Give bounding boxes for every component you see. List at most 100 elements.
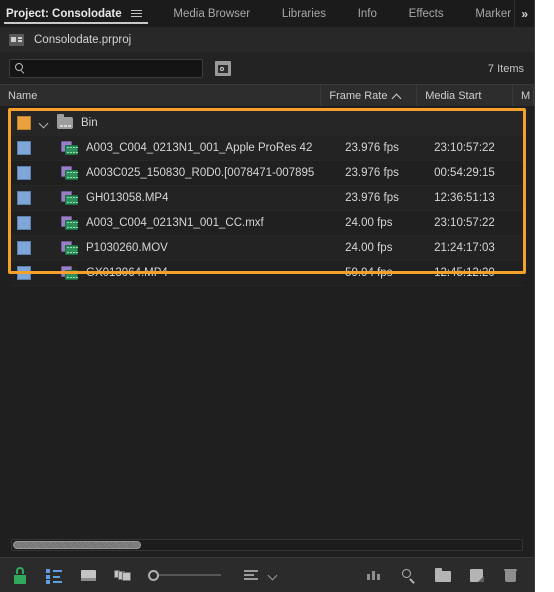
item-name: GX013064.MP4: [86, 267, 168, 279]
column-header-row: Name Frame Rate Media Start M: [0, 84, 534, 107]
automate-to-sequence-icon[interactable]: [366, 567, 384, 584]
label-color-swatch[interactable]: [17, 191, 31, 205]
label-color-swatch[interactable]: [17, 266, 31, 280]
column-header-truncated[interactable]: M: [513, 85, 534, 106]
project-item-list[interactable]: Bin A003_C004_0213N1_001_Apple ProRes 42…: [0, 107, 534, 557]
item-frame-rate: 59.94 fps: [345, 267, 434, 279]
item-frame-rate: 23.976 fps: [345, 142, 434, 154]
tab-info[interactable]: Info: [350, 0, 391, 27]
project-file-icon: [9, 34, 24, 46]
tab-gap: [391, 0, 401, 27]
item-media-start: 23:10:57:22: [434, 142, 523, 154]
video-clip-icon: [61, 191, 79, 206]
find-icon[interactable]: [400, 567, 418, 584]
new-item-icon[interactable]: [468, 567, 486, 584]
chevron-down-icon[interactable]: [269, 571, 278, 580]
panel-menu-icon[interactable]: [131, 8, 142, 19]
active-tab-underline: [4, 22, 148, 24]
tab-project-consolodate[interactable]: Project: Consolodate: [0, 0, 156, 27]
freeform-view-icon[interactable]: [114, 567, 132, 584]
item-frame-rate: 24.00 fps: [345, 242, 434, 254]
column-header-media-start[interactable]: Media Start: [417, 85, 513, 106]
label-color-swatch[interactable]: [17, 116, 31, 130]
filter-bin-content-icon[interactable]: [215, 61, 231, 76]
icon-view-icon[interactable]: [80, 567, 98, 584]
item-name: A003_C004_0213N1_001_Apple ProRes 42: [86, 142, 312, 154]
new-bin-icon[interactable]: [434, 567, 452, 584]
table-row[interactable]: A003C025_150830_R0D0.[0078471-007895 23.…: [11, 161, 523, 186]
search-input[interactable]: [26, 63, 202, 75]
sort-ascending-icon: [393, 92, 401, 100]
tab-media-browser[interactable]: Media Browser: [165, 0, 264, 27]
zoom-slider-handle[interactable]: [148, 570, 159, 581]
item-frame-rate: 23.976 fps: [345, 167, 434, 179]
tab-effects[interactable]: Effects: [401, 0, 458, 27]
item-name: Bin: [81, 117, 98, 129]
item-media-start: 23:10:57:22: [434, 217, 523, 229]
search-icon: [15, 63, 26, 74]
chevron-down-icon[interactable]: [40, 119, 49, 128]
column-label: Frame Rate: [329, 90, 387, 102]
label-color-swatch[interactable]: [17, 216, 31, 230]
delete-icon[interactable]: [502, 567, 520, 584]
double-chevron-right-icon: »: [521, 7, 528, 21]
horizontal-scrollbar-thumb[interactable]: [13, 541, 141, 549]
column-label: Media Start: [425, 90, 481, 102]
tab-label: Info: [358, 8, 377, 20]
video-clip-icon: [61, 216, 79, 231]
table-row[interactable]: GX013064.MP4 59.94 fps 12:45:12:20: [11, 261, 523, 286]
item-count-label: 7 Items: [488, 63, 524, 75]
tab-markers[interactable]: Marker: [467, 0, 514, 27]
search-field[interactable]: [9, 59, 203, 78]
panel-tab-bar: Project: Consolodate Media Browser Libra…: [0, 0, 534, 27]
item-media-start: 12:45:12:20: [434, 267, 523, 279]
video-clip-icon: [61, 266, 79, 281]
sort-icon[interactable]: [243, 567, 261, 584]
thumbnail-zoom-slider[interactable]: [148, 570, 221, 581]
label-color-swatch[interactable]: [17, 241, 31, 255]
tab-overflow-button[interactable]: »: [514, 0, 534, 27]
item-frame-rate: 23.976 fps: [345, 192, 434, 204]
breadcrumb-project-name[interactable]: Consolodate.prproj: [34, 34, 131, 46]
column-label: M: [521, 90, 530, 102]
row-container: Bin A003_C004_0213N1_001_Apple ProRes 42…: [11, 111, 523, 286]
item-media-start: 00:54:29:15: [434, 167, 523, 179]
video-clip-icon: [61, 241, 79, 256]
table-row[interactable]: GH013058.MP4 23.976 fps 12:36:51:13: [11, 186, 523, 211]
zoom-slider-track[interactable]: [159, 574, 221, 576]
item-name: A003_C004_0213N1_001_CC.mxf: [86, 217, 264, 229]
table-row[interactable]: A003_C004_0213N1_001_Apple ProRes 42 23.…: [11, 136, 523, 161]
list-view-icon[interactable]: [46, 567, 64, 584]
tab-label: Project: Consolodate: [6, 8, 122, 20]
tab-label: Media Browser: [173, 8, 250, 20]
bin-folder-icon: [57, 117, 73, 129]
tab-label: Effects: [409, 8, 444, 20]
tab-gap: [458, 0, 468, 27]
column-header-name[interactable]: Name: [0, 85, 321, 106]
tab-libraries[interactable]: Libraries: [274, 0, 340, 27]
search-row: 7 Items: [0, 53, 534, 84]
video-clip-icon: [61, 166, 79, 181]
table-row[interactable]: Bin: [11, 111, 523, 136]
panel-bottom-toolbar: [0, 557, 534, 592]
tab-label: Libraries: [282, 8, 326, 20]
breadcrumb: Consolodate.prproj: [0, 27, 534, 53]
item-frame-rate: 24.00 fps: [345, 217, 434, 229]
tab-label: Marker: [475, 8, 511, 20]
video-clip-icon: [61, 141, 79, 156]
table-row[interactable]: P1030260.MOV 24.00 fps 21:24:17:03: [11, 236, 523, 261]
page-background-gutter: [536, 0, 554, 592]
table-row[interactable]: A003_C004_0213N1_001_CC.mxf 24.00 fps 23…: [11, 211, 523, 236]
tab-gap: [340, 0, 350, 27]
column-header-frame-rate[interactable]: Frame Rate: [321, 85, 417, 106]
lock-icon[interactable]: [12, 567, 30, 584]
horizontal-scrollbar[interactable]: [11, 539, 523, 551]
disclosure-triangle-container[interactable]: [31, 119, 57, 128]
column-label: Name: [8, 90, 37, 102]
item-name: A003C025_150830_R0D0.[0078471-007895: [86, 167, 314, 179]
tab-gap: [156, 0, 166, 27]
item-media-start: 12:36:51:13: [434, 192, 523, 204]
label-color-swatch[interactable]: [17, 141, 31, 155]
item-name: P1030260.MOV: [86, 242, 168, 254]
label-color-swatch[interactable]: [17, 166, 31, 180]
